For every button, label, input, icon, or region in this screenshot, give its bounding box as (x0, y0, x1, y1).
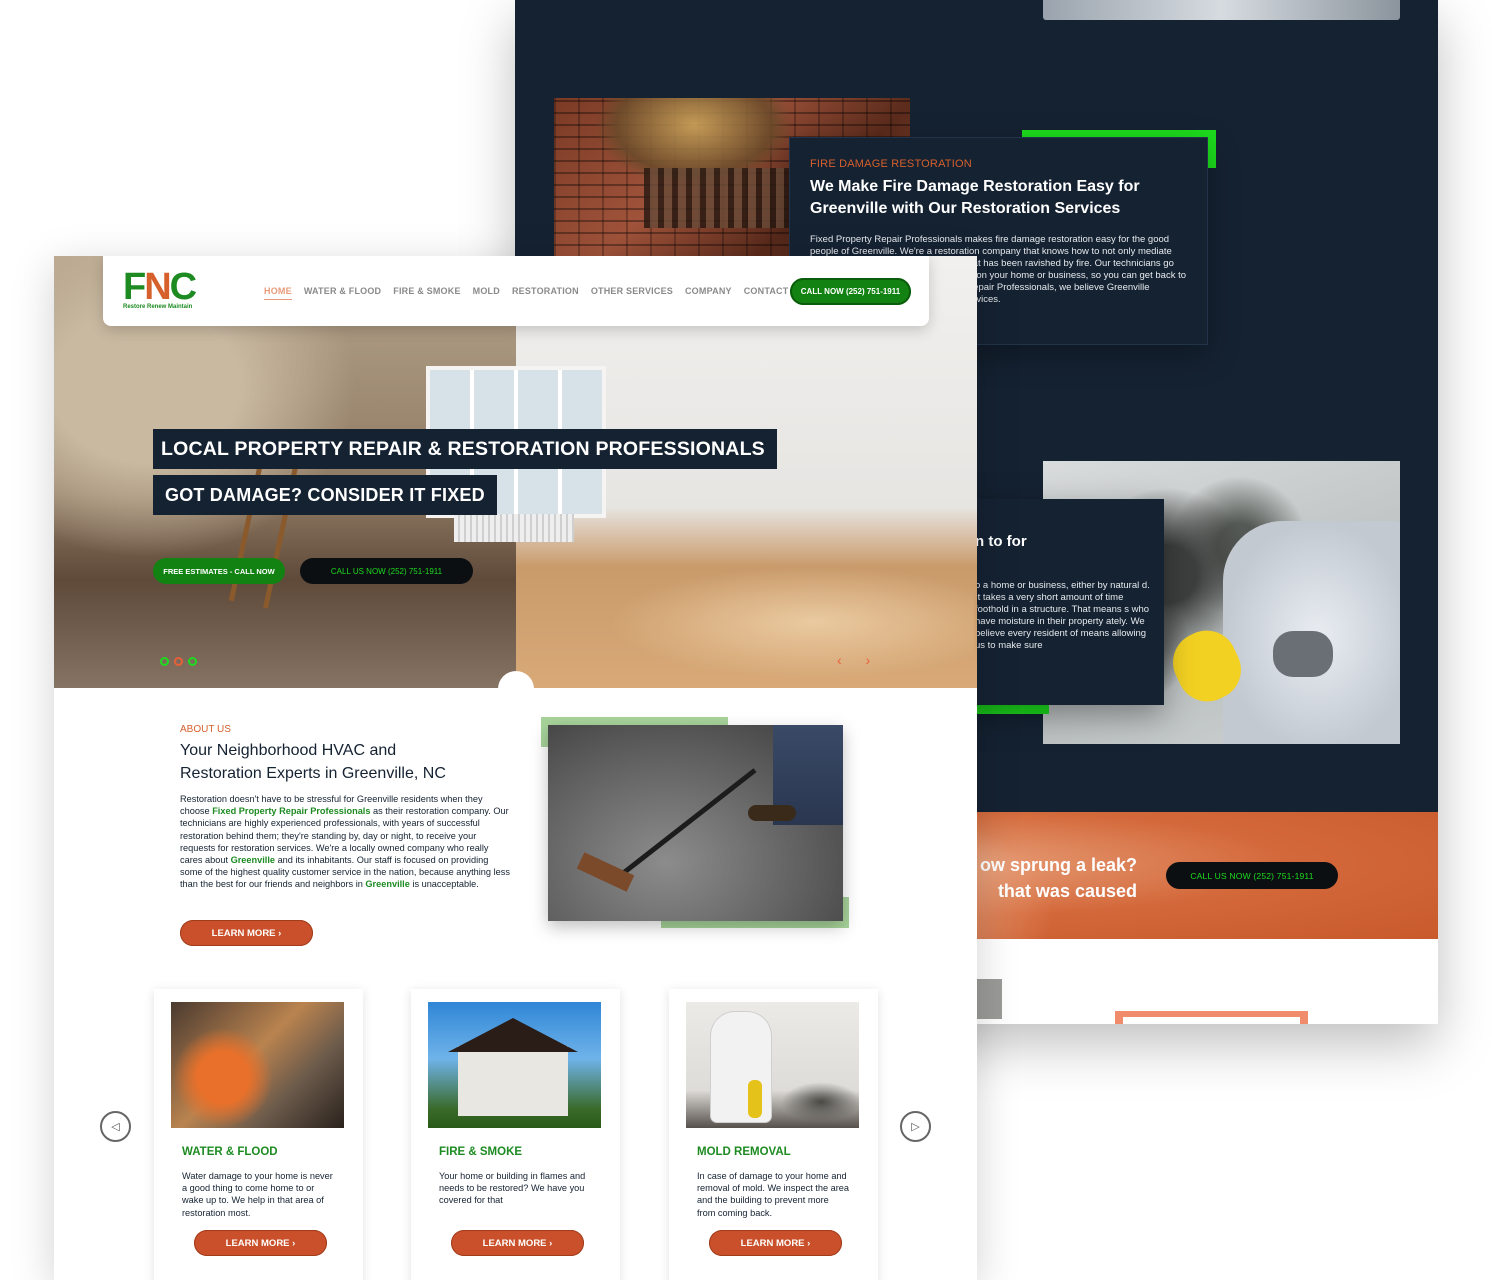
about-paragraph: Restoration doesn't have to be stressful… (180, 794, 510, 890)
fire-kicker: FIRE DAMAGE RESTORATION (810, 158, 972, 170)
logo-tagline: Restore Renew Maintain (123, 304, 193, 310)
nav-item-contact[interactable]: CONTACT (744, 286, 789, 300)
sweeping-image (548, 725, 843, 921)
greenville-link[interactable]: Greenville (365, 879, 409, 889)
nav-item-water-flood[interactable]: WATER & FLOOD (304, 286, 381, 300)
water-flood-image (171, 1002, 344, 1128)
hero-headline: LOCAL PROPERTY REPAIR & RESTORATION PROF… (153, 429, 777, 469)
service-card-fire-smoke: FIRE & SMOKE Your home or building in fl… (411, 989, 620, 1280)
nav-item-company[interactable]: COMPANY (685, 286, 732, 300)
mockup-stage: FIRE DAMAGE RESTORATION We Make Fire Dam… (0, 0, 1492, 1280)
leak-cta-heading: ow sprung a leak? that was caused (979, 855, 1137, 901)
hero-call-us-button[interactable]: CALL US NOW (252) 751-1911 (300, 558, 473, 584)
service-title: FIRE & SMOKE (439, 1146, 523, 1158)
about-kicker: ABOUT US (180, 724, 231, 735)
nav-item-fire-smoke[interactable]: FIRE & SMOKE (393, 286, 460, 300)
slider-dots (160, 657, 197, 666)
front-page-preview: FNC Restore Renew Maintain HOME WATER & … (54, 256, 977, 1280)
carousel-prev-icon[interactable]: ◁ (100, 1111, 131, 1142)
service-card-mold-removal: MOLD REMOVAL In case of damage to your h… (669, 989, 878, 1280)
top-image-fragment (1043, 0, 1400, 20)
learn-more-button[interactable]: LEARN MORE › (194, 1230, 327, 1256)
call-now-button[interactable]: CALL NOW (252) 751-1911 (790, 278, 911, 305)
call-us-now-button[interactable]: CALL US NOW (252) 751-1911 (1166, 862, 1338, 889)
free-estimates-button[interactable]: FREE ESTIMATES - CALL NOW (153, 558, 285, 584)
fnc-logo[interactable]: FNC Restore Renew Maintain (123, 268, 213, 310)
company-link[interactable]: Fixed Property Repair Professionals (212, 806, 370, 816)
service-card-water-flood: WATER & FLOOD Water damage to your home … (154, 989, 363, 1280)
nav-item-restoration[interactable]: RESTORATION (512, 286, 579, 300)
mold-removal-image (686, 1002, 859, 1128)
greenville-link[interactable]: Greenville (231, 855, 275, 865)
fire-smoke-image (428, 1002, 601, 1128)
learn-more-button[interactable]: LEARN MORE › (709, 1230, 842, 1256)
slider-dot-2[interactable] (174, 657, 183, 666)
nav-item-home[interactable]: HOME (264, 286, 292, 300)
service-title: WATER & FLOOD (182, 1146, 278, 1158)
service-description: Water damage to your home is never a goo… (182, 1171, 333, 1218)
hero-slider: FNC Restore Renew Maintain HOME WATER & … (54, 256, 977, 688)
nav-item-mold[interactable]: MOLD (473, 286, 500, 300)
nav-item-other-services[interactable]: OTHER SERVICES (591, 286, 673, 300)
nav-menu: HOME WATER & FLOOD FIRE & SMOKE MOLD RES… (264, 286, 800, 300)
about-title: Your Neighborhood HVAC and Restoration E… (180, 742, 446, 782)
slider-arrows[interactable]: ‹ › (837, 652, 880, 668)
about-learn-more-button[interactable]: LEARN MORE › (180, 920, 313, 946)
mold-body: o a home or business, either by natural … (975, 580, 1150, 651)
carousel-next-icon[interactable]: ▷ (900, 1111, 931, 1142)
learn-more-button[interactable]: LEARN MORE › (451, 1230, 584, 1256)
service-description: In case of damage to your home and remov… (697, 1171, 850, 1218)
mold-card: n to for o a home or business, either by… (955, 499, 1164, 705)
slider-dot-3[interactable] (188, 657, 197, 666)
service-title: MOLD REMOVAL (697, 1146, 791, 1158)
main-navigation: FNC Restore Renew Maintain HOME WATER & … (103, 256, 929, 326)
fire-title: We Make Fire Damage Restoration Easy for… (810, 178, 1140, 217)
service-description: Your home or building in flames and need… (439, 1171, 586, 1206)
mold-title: n to for (975, 533, 1027, 550)
slider-dot-1[interactable] (160, 657, 169, 666)
hero-subheadline: GOT DAMAGE? CONSIDER IT FIXED (153, 475, 497, 515)
